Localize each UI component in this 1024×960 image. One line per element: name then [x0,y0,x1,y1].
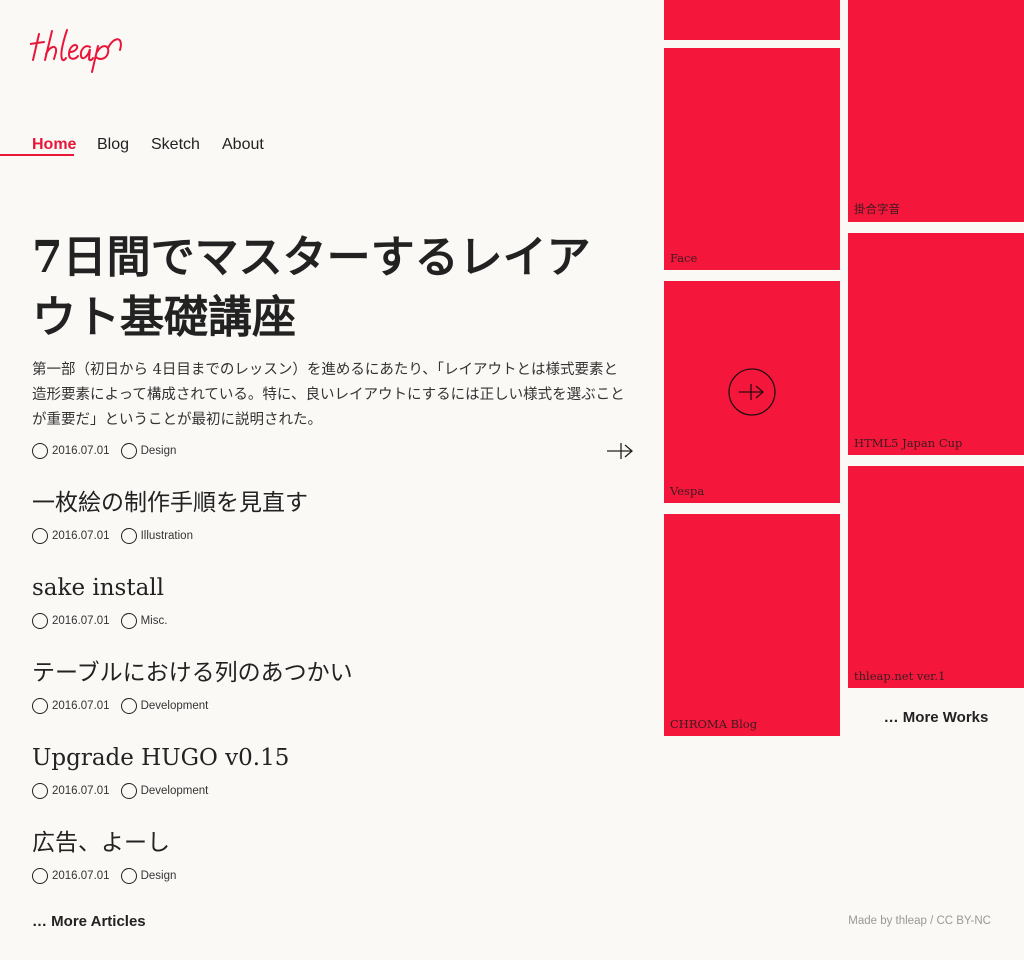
featured-article-title[interactable]: 7日間でマスターするレイアウト基礎講座 [32,228,592,348]
article-category[interactable]: Development [141,700,209,712]
work-tile-html5-japan-cup[interactable]: HTML5 Japan Cup [848,233,1024,455]
category-circle-icon [120,698,137,714]
date-circle-icon [32,868,48,884]
work-tile-vespa[interactable]: Vespa [664,281,840,503]
more-works-link[interactable]: … More Works [848,709,1024,726]
work-tile-label: HTML5 Japan Cup [854,436,963,450]
nav-item-sketch[interactable]: Sketch [151,136,200,154]
logo-mark [30,29,122,73]
nav-item-blog[interactable]: Blog [97,136,129,154]
article-date: 2016.07.01 [52,615,110,627]
article-meta: 2016.07.01 Development [32,697,208,715]
featured-article-meta: 2016.07.01 Design [32,442,176,460]
work-tile-thleap-v1[interactable]: thleap.net ver.1 [848,466,1024,688]
work-tile-face[interactable]: Face [664,48,840,270]
article-category[interactable]: Design [141,870,177,882]
arrow-right-icon[interactable] [606,442,634,460]
active-nav-indicator [0,154,74,156]
date-circle-icon [32,613,48,629]
arrow-circle-icon[interactable] [728,368,776,416]
work-tile-chroma-blog[interactable]: CHROMA Blog [664,514,840,736]
work-tile[interactable] [664,0,840,40]
article-category[interactable]: Design [141,445,177,457]
date-circle-icon [32,443,48,459]
nav-item-about[interactable]: About [222,136,264,154]
nav-item-home[interactable]: Home [32,136,76,154]
article-title[interactable]: 一枚絵の制作手順を見直す [32,488,308,518]
article-meta: 2016.07.01 Development [32,782,208,800]
category-circle-icon [120,443,137,459]
work-tile-label: 掛合字音 [854,202,900,216]
article-category[interactable]: Misc. [141,615,168,627]
article-date: 2016.07.01 [52,530,110,542]
footer-credit: Made by thleap / CC BY-NC [848,915,991,927]
work-tile-label: Vespa [670,484,705,498]
article-category[interactable]: Development [141,785,209,797]
work-tile-label: thleap.net ver.1 [854,669,946,683]
site-logo[interactable] [30,26,126,76]
article-date: 2016.07.01 [52,700,110,712]
article-meta: 2016.07.01 Design [32,867,176,885]
category-circle-icon [120,528,137,544]
work-tile-label: Face [670,251,698,265]
article-meta: 2016.07.01 Illustration [32,527,193,545]
category-circle-icon [120,783,137,799]
more-articles-link[interactable]: … More Articles [32,913,146,930]
featured-article-description: 第一部（初日から 4日目までのレッスン）を進めるにあたり、「レイアウトとは様式要… [32,362,625,428]
article-date: 2016.07.01 [52,870,110,882]
date-circle-icon [32,783,48,799]
article-meta: 2016.07.01 Misc. [32,612,167,630]
category-circle-icon [120,868,137,884]
work-tile-label: CHROMA Blog [670,717,758,731]
date-circle-icon [32,698,48,714]
article-date: 2016.07.01 [52,445,110,457]
article-title[interactable]: Upgrade HUGO v0.15 [32,743,289,773]
work-tile-kakeai[interactable]: 掛合字音 [848,0,1024,222]
date-circle-icon [32,528,48,544]
article-category[interactable]: Illustration [141,530,193,542]
article-title[interactable]: sake install [32,573,164,603]
category-circle-icon [120,613,137,629]
article-date: 2016.07.01 [52,785,110,797]
article-title[interactable]: テーブルにおける列のあつかい [32,658,353,688]
article-title[interactable]: 広告、よーし [32,828,170,858]
